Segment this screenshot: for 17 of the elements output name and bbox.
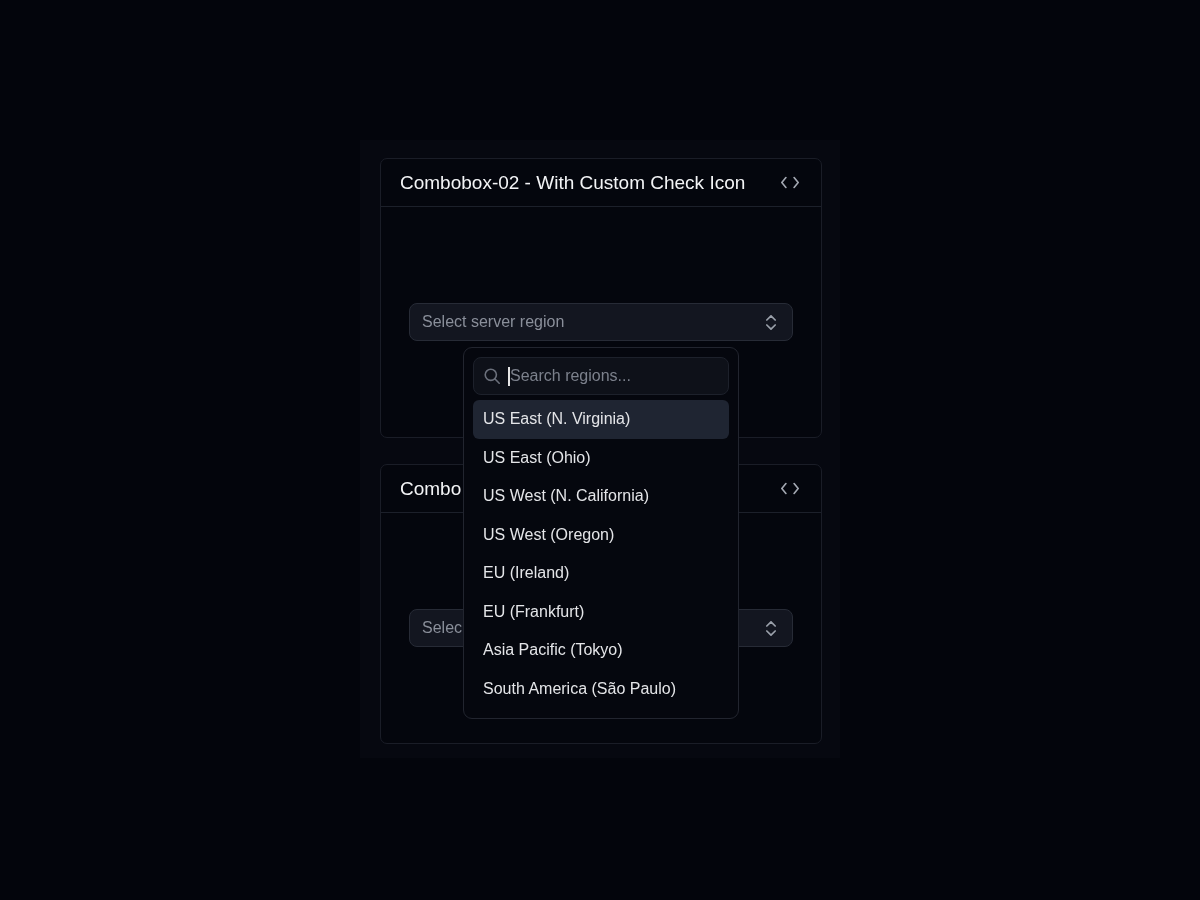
region-option[interactable]: US East (Ohio) <box>473 438 729 477</box>
chevrons-up-down-icon <box>764 314 778 330</box>
region-option[interactable]: US East (N. Virginia) <box>473 400 729 439</box>
region-option[interactable]: US West (Oregon) <box>473 515 729 554</box>
card-title: Combobox-02 - With Custom Check Icon <box>400 171 746 194</box>
card-title: Combo <box>400 477 462 500</box>
region-option[interactable]: South America (São Paulo) <box>473 669 729 708</box>
code-icon[interactable] <box>781 482 799 495</box>
chevrons-up-down-icon <box>764 620 778 636</box>
code-icon[interactable] <box>781 176 799 189</box>
search-field[interactable]: Search regions... <box>473 357 729 395</box>
region-option[interactable]: Asia Pacific (Tokyo) <box>473 631 729 670</box>
region-option[interactable]: EU (Ireland) <box>473 554 729 593</box>
region-option[interactable]: EU (Frankfurt) <box>473 592 729 631</box>
combobox-trigger[interactable]: Select server region <box>409 303 793 341</box>
region-option[interactable]: US West (N. California) <box>473 477 729 516</box>
search-icon <box>484 368 500 384</box>
